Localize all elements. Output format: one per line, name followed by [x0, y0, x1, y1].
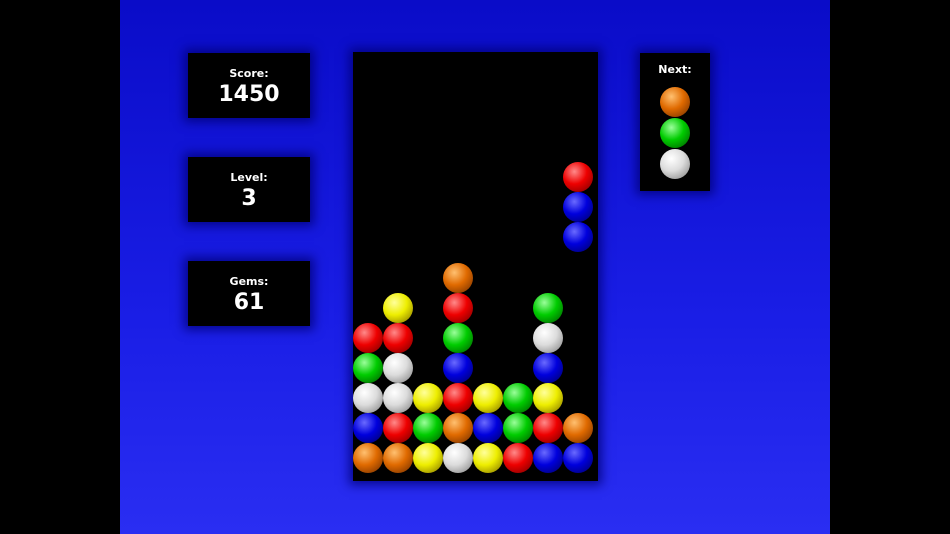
- blue-gem: [443, 353, 473, 383]
- gems-value: 61: [233, 290, 265, 315]
- white-gem: [383, 383, 413, 413]
- next-piece-panel: Next:: [640, 53, 710, 191]
- red-gem: [443, 383, 473, 413]
- red-gem: [533, 413, 563, 443]
- score-value: 1450: [218, 82, 280, 107]
- orange-gem: [563, 413, 593, 443]
- level-label: Level:: [230, 171, 268, 184]
- falling-blue-gem: [563, 192, 593, 222]
- yellow-gem: [533, 383, 563, 413]
- level-value: 3: [241, 186, 257, 211]
- blue-gem: [353, 413, 383, 443]
- score-panel: Score: 1450: [188, 53, 310, 118]
- yellow-gem: [383, 293, 413, 323]
- next-orange-gem: [660, 87, 690, 117]
- level-panel: Level: 3: [188, 157, 310, 222]
- yellow-gem: [413, 443, 443, 473]
- gems-panel: Gems: 61: [188, 261, 310, 326]
- orange-gem: [383, 443, 413, 473]
- blue-gem: [533, 353, 563, 383]
- green-gem: [353, 353, 383, 383]
- blue-gem: [533, 443, 563, 473]
- orange-gem: [443, 413, 473, 443]
- white-gem: [353, 383, 383, 413]
- yellow-gem: [473, 383, 503, 413]
- gems-label: Gems:: [229, 275, 269, 288]
- green-gem: [503, 413, 533, 443]
- red-gem: [503, 443, 533, 473]
- white-gem: [383, 353, 413, 383]
- orange-gem: [353, 443, 383, 473]
- game-board[interactable]: [353, 52, 598, 481]
- red-gem: [383, 413, 413, 443]
- white-gem: [533, 323, 563, 353]
- white-gem: [443, 443, 473, 473]
- yellow-gem: [473, 443, 503, 473]
- green-gem: [443, 323, 473, 353]
- red-gem: [353, 323, 383, 353]
- blue-gem: [563, 443, 593, 473]
- next-white-gem: [660, 149, 690, 179]
- orange-gem: [443, 263, 473, 293]
- blue-gem: [473, 413, 503, 443]
- falling-blue-gem: [563, 222, 593, 252]
- green-gem: [533, 293, 563, 323]
- score-label: Score:: [229, 67, 269, 80]
- green-gem: [503, 383, 533, 413]
- green-gem: [413, 413, 443, 443]
- red-gem: [383, 323, 413, 353]
- next-label: Next:: [658, 63, 692, 76]
- red-gem: [443, 293, 473, 323]
- falling-red-gem: [563, 162, 593, 192]
- next-green-gem: [660, 118, 690, 148]
- game-background: Score: 1450 Level: 3 Gems: 61 Next:: [120, 0, 830, 534]
- yellow-gem: [413, 383, 443, 413]
